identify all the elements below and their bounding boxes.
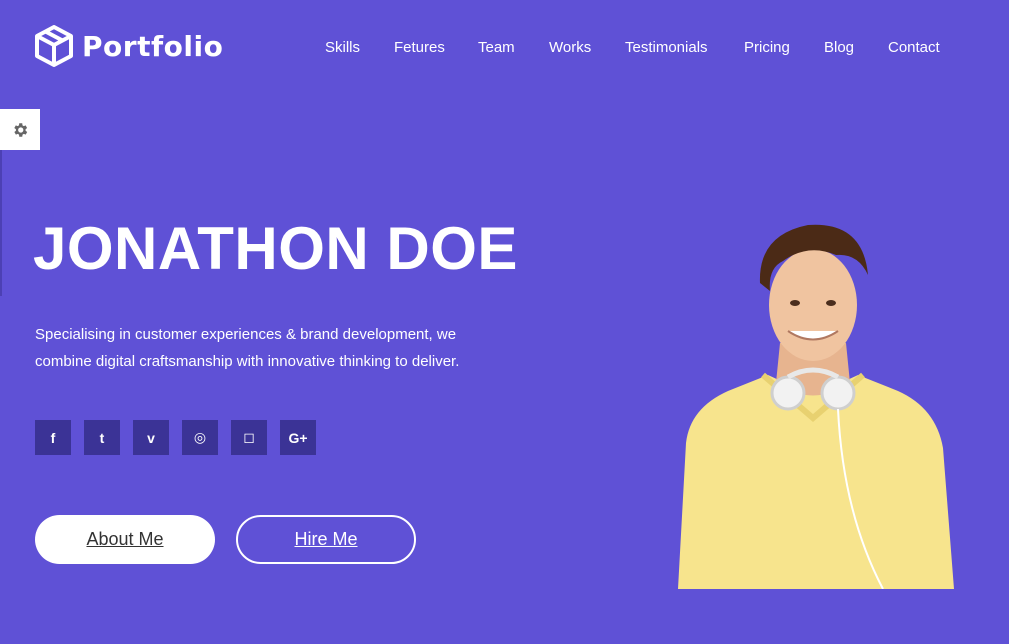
settings-toggle[interactable] [0, 109, 40, 150]
hire-me-button[interactable]: Hire Me [236, 515, 416, 564]
edge-divider [0, 150, 2, 296]
brand-name: Portfolio [82, 29, 224, 63]
nav-blog[interactable]: Blog [824, 39, 888, 56]
dribbble-icon[interactable]: ◎ [182, 420, 218, 455]
hero-description: Specialising in customer experiences & b… [35, 326, 460, 370]
vimeo-icon[interactable]: v [133, 420, 169, 455]
nav-testimonials[interactable]: Testimonials [625, 39, 744, 56]
gear-icon [14, 122, 28, 137]
nav-features[interactable]: Fetures [394, 39, 478, 56]
social-links: f t v ◎ ◻ G+ [35, 420, 316, 455]
twitter-icon[interactable]: t [84, 420, 120, 455]
cube-logo-icon [35, 25, 73, 67]
logo[interactable]: Portfolio [34, 25, 223, 67]
facebook-icon[interactable]: f [35, 420, 71, 455]
nav-contact[interactable]: Contact [888, 39, 948, 56]
nav-pricing[interactable]: Pricing [744, 39, 824, 56]
main-nav: Skills Fetures Team Works Testimonials P… [325, 39, 948, 56]
hero-person-image [678, 224, 954, 589]
instagram-icon[interactable]: ◻ [231, 420, 267, 455]
hero-title: JONATHON DOE [33, 215, 518, 282]
about-me-button[interactable]: About Me [35, 515, 215, 564]
nav-works[interactable]: Works [549, 39, 625, 56]
nav-team[interactable]: Team [478, 39, 549, 56]
nav-skills[interactable]: Skills [325, 39, 394, 56]
google-plus-icon[interactable]: G+ [280, 420, 316, 455]
